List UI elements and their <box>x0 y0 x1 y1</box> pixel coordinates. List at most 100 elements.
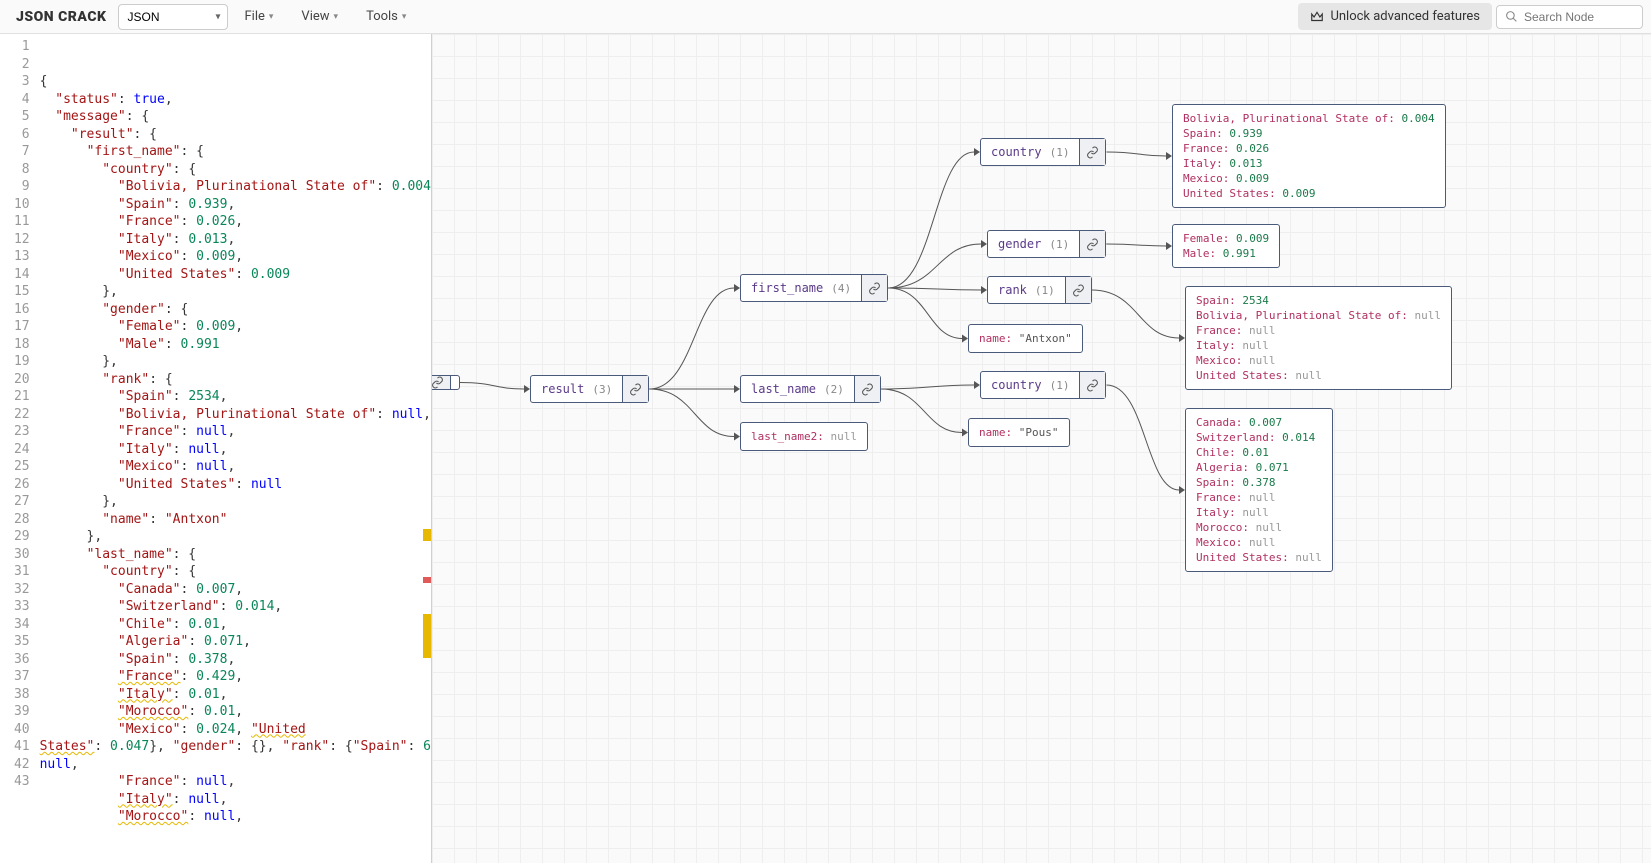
code-line[interactable]: "Female": 0.009, <box>40 318 431 336</box>
code-line[interactable]: "Italy": null, <box>40 791 431 809</box>
graph-node-country[interactable]: country(1) <box>980 371 1106 399</box>
line-number: 22 <box>0 406 30 424</box>
code-line[interactable]: "Morocco": null, <box>40 808 431 826</box>
line-number: 18 <box>0 336 30 354</box>
graph-canvas[interactable]: result(3) first_name(4) last_name(2) last_n… <box>432 34 1651 863</box>
search-input[interactable] <box>1524 10 1634 24</box>
code-line[interactable]: "status": true, <box>40 91 431 109</box>
graph-node-first_name[interactable]: first_name(4) <box>740 274 888 302</box>
code-line[interactable]: "Canada": 0.007, <box>40 581 431 599</box>
data-row: Mexico: 0.009 <box>1183 171 1435 186</box>
graph-node-rank[interactable]: rank(1) <box>987 276 1092 304</box>
node-link-button[interactable] <box>432 376 451 389</box>
data-row: Spain: 0.939 <box>1183 126 1435 141</box>
node-link-button[interactable] <box>622 376 648 402</box>
code-line[interactable]: "country": { <box>40 161 431 179</box>
code-line[interactable]: "message": { <box>40 108 431 126</box>
code-line[interactable]: }, <box>40 493 431 511</box>
code-line[interactable]: "Algeria": 0.071, <box>40 633 431 651</box>
line-number: 7 <box>0 143 30 161</box>
graph-leaf-node[interactable]: name: "Antxon" <box>968 324 1083 353</box>
code-line[interactable]: "result": { <box>40 126 431 144</box>
graph-node-country[interactable]: country(1) <box>980 138 1106 166</box>
data-row: Italy: null <box>1196 338 1441 353</box>
search-node[interactable] <box>1496 5 1643 29</box>
code-line[interactable]: "rank": { <box>40 371 431 389</box>
unlock-button[interactable]: Unlock advanced features <box>1298 3 1492 30</box>
code-line[interactable]: "France": null, <box>40 773 431 791</box>
menu-view[interactable]: View▾ <box>289 3 350 30</box>
code-line[interactable]: "France": null, <box>40 423 431 441</box>
line-number: 17 <box>0 318 30 336</box>
node-link-button[interactable] <box>1079 372 1105 398</box>
menu-file[interactable]: File▾ <box>232 3 285 30</box>
line-number: 23 <box>0 423 30 441</box>
node-link-button[interactable] <box>1079 139 1105 165</box>
code-line[interactable]: "Italy": 0.013, <box>40 231 431 249</box>
code-line[interactable]: "Mexico": 0.009, <box>40 248 431 266</box>
code-line[interactable]: "Mexico": 0.024, "United <box>40 721 431 739</box>
code-line[interactable]: "Bolivia, Plurinational State of": 0.004 <box>40 178 431 196</box>
code-line[interactable]: "name": "Antxon" <box>40 511 431 529</box>
graph-leaf-node[interactable]: name: "Pous" <box>968 418 1070 447</box>
code-line[interactable]: "Italy": 0.01, <box>40 686 431 704</box>
code-line[interactable]: "United States": null <box>40 476 431 494</box>
data-row: Spain: 0.378 <box>1196 475 1322 490</box>
code-line[interactable]: null, <box>40 756 431 774</box>
code-line[interactable]: States": 0.047}, "gender": {}, "rank": {… <box>40 738 431 756</box>
graph-data-node[interactable]: Spain: 2534Bolivia, Plurinational State … <box>1185 286 1452 390</box>
code-line[interactable]: "Spain": 0.378, <box>40 651 431 669</box>
line-number: 34 <box>0 616 30 634</box>
code-line[interactable]: "last_name": { <box>40 546 431 564</box>
code-line[interactable]: "Mexico": null, <box>40 458 431 476</box>
code-line[interactable]: "Spain": 2534, <box>40 388 431 406</box>
code-line[interactable]: "Spain": 0.939, <box>40 196 431 214</box>
editor-code[interactable]: { "status": true, "message": { "result":… <box>40 34 431 863</box>
graph-node-gender[interactable]: gender(1) <box>987 230 1106 258</box>
node-link-button[interactable] <box>854 376 880 402</box>
code-line[interactable]: }, <box>40 353 431 371</box>
code-line[interactable]: "gender": { <box>40 301 431 319</box>
code-line[interactable]: { <box>40 73 431 91</box>
line-number: 11 <box>0 213 30 231</box>
line-number: 15 <box>0 283 30 301</box>
code-line[interactable]: "Male": 0.991 <box>40 336 431 354</box>
graph-data-node[interactable]: Bolivia, Plurinational State of: 0.004Sp… <box>1172 104 1446 208</box>
data-row: Bolivia, Plurinational State of: 0.004 <box>1183 111 1435 126</box>
code-line[interactable]: "first_name": { <box>40 143 431 161</box>
line-number: 36 <box>0 651 30 669</box>
code-line[interactable]: "United States": 0.009 <box>40 266 431 284</box>
line-number: 27 <box>0 493 30 511</box>
data-row: Mexico: null <box>1196 353 1441 368</box>
code-line[interactable]: "Chile": 0.01, <box>40 616 431 634</box>
data-row: Italy: null <box>1196 505 1322 520</box>
graph-node-last_name[interactable]: last_name(2) <box>740 375 881 403</box>
menu-tools[interactable]: Tools▾ <box>354 3 418 30</box>
code-line[interactable]: "France": 0.429, <box>40 668 431 686</box>
node-link-button[interactable] <box>1079 231 1105 257</box>
node-link-button[interactable] <box>1065 277 1091 303</box>
graph-node-root[interactable] <box>432 375 460 390</box>
code-line[interactable]: }, <box>40 283 431 301</box>
data-row: France: 0.026 <box>1183 141 1435 156</box>
node-link-button[interactable] <box>861 275 887 301</box>
code-line[interactable]: "Italy": null, <box>40 441 431 459</box>
line-number: 14 <box>0 266 30 284</box>
line-number: 4 <box>0 91 30 109</box>
data-row: Switzerland: 0.014 <box>1196 430 1322 445</box>
graph-node-result[interactable]: result(3) <box>530 375 649 403</box>
code-line[interactable]: "country": { <box>40 563 431 581</box>
graph-leaf-node[interactable]: last_name2: null <box>740 422 868 451</box>
line-number: 3 <box>0 73 30 91</box>
format-select[interactable]: JSON <box>118 4 228 30</box>
line-number: 6 <box>0 126 30 144</box>
code-line[interactable]: "France": 0.026, <box>40 213 431 231</box>
graph-data-node[interactable]: Female: 0.009Male: 0.991 <box>1172 224 1280 268</box>
code-editor[interactable]: 1234567891011121314151617181920212223242… <box>0 34 432 863</box>
graph-data-node[interactable]: Canada: 0.007Switzerland: 0.014Chile: 0.… <box>1185 408 1333 572</box>
code-line[interactable]: "Morocco": 0.01, <box>40 703 431 721</box>
code-line[interactable]: "Bolivia, Plurinational State of": null, <box>40 406 431 424</box>
data-row: France: null <box>1196 323 1441 338</box>
code-line[interactable]: "Switzerland": 0.014, <box>40 598 431 616</box>
code-line[interactable]: }, <box>40 528 431 546</box>
